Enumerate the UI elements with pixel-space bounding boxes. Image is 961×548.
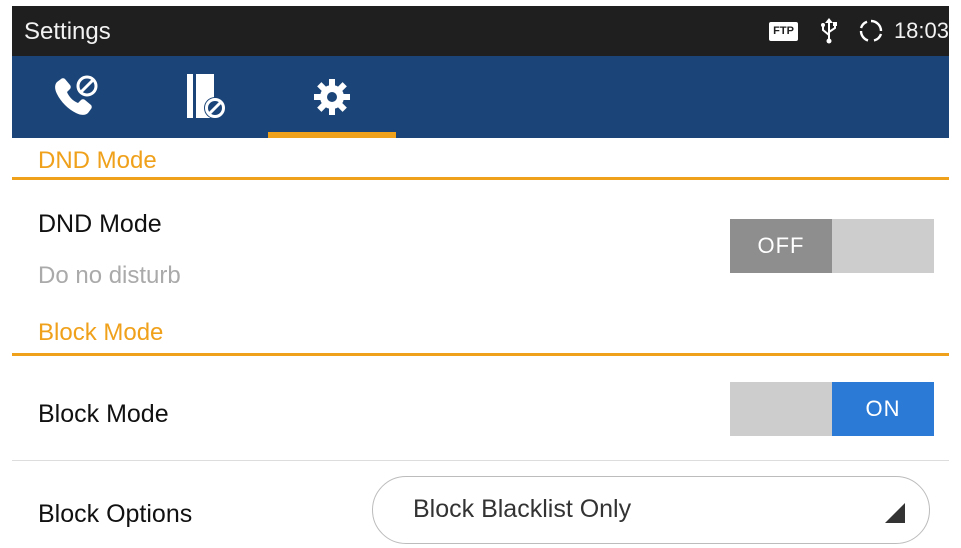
settings-content: DND Mode DND Mode Do no disturb OFF Bloc… <box>12 138 949 546</box>
dropdown-arrow-icon <box>885 503 905 528</box>
section-header-label: DND Mode <box>38 147 157 174</box>
block-mode-toggle[interactable]: ON <box>730 382 934 436</box>
tab-settings[interactable] <box>268 56 396 138</box>
dnd-toggle[interactable]: OFF <box>730 219 934 273</box>
status-icons: FTP 18:03 <box>769 6 949 56</box>
contacts-block-icon <box>181 72 227 122</box>
gear-icon <box>312 77 352 117</box>
toggle-on-label: ON <box>832 382 934 436</box>
app-title: Settings <box>24 18 111 45</box>
toggle-off-label: OFF <box>730 219 832 273</box>
block-mode-title: Block Mode <box>38 400 169 428</box>
call-block-icon <box>51 74 101 120</box>
section-header-dnd: DND Mode <box>12 138 949 180</box>
section-header-block: Block Mode <box>12 310 949 356</box>
tab-call-block[interactable] <box>12 56 140 138</box>
block-options-select[interactable]: Block Blacklist Only <box>372 476 930 544</box>
tab-bar <box>12 56 949 138</box>
status-bar: Settings FTP 18:03 <box>12 6 949 56</box>
dnd-mode-summary: Do no disturb <box>38 262 181 289</box>
dnd-mode-title: DND Mode <box>38 210 162 238</box>
toggle-track <box>832 219 934 273</box>
ftp-badge: FTP <box>769 21 798 41</box>
divider <box>12 460 949 461</box>
block-options-label: Block Options <box>38 500 193 528</box>
tab-contacts-block[interactable] <box>140 56 268 138</box>
sync-icon <box>858 18 884 44</box>
section-header-label: Block Mode <box>38 319 164 346</box>
toggle-track <box>730 382 832 436</box>
block-options-value: Block Blacklist Only <box>413 495 632 523</box>
clock: 18:03 <box>893 18 949 43</box>
usb-icon <box>820 18 838 44</box>
phone-screen: Settings FTP 18:03 DND Mode DND Mode Do … <box>12 6 949 546</box>
